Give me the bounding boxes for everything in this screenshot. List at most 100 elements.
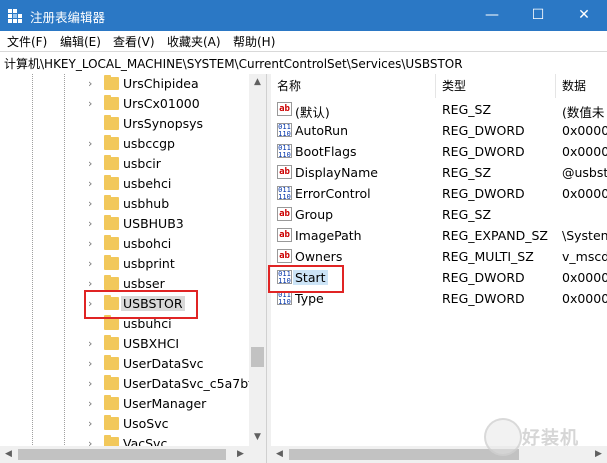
tree-guide-line	[64, 134, 65, 154]
tree-guide-line	[24, 394, 84, 414]
chevron-right-icon[interactable]: ›	[88, 417, 98, 431]
tree-item[interactable]: › usbccgp	[0, 134, 248, 154]
chevron-right-icon[interactable]: ›	[88, 137, 98, 151]
tree-item[interactable]: › UsoSvc	[0, 414, 248, 434]
scroll-down-arrow-icon[interactable]: ▼	[249, 429, 266, 446]
tree-item[interactable]: › usbcir	[0, 154, 248, 174]
value-row[interactable]: ab ImagePath REG_EXPAND_SZ \Systen	[271, 225, 607, 246]
chevron-right-icon[interactable]: ›	[88, 217, 98, 231]
dword-value-icon: 011 110	[277, 186, 292, 201]
registry-editor-icon	[8, 9, 22, 23]
tree-item[interactable]: › UserDataSvc	[0, 354, 248, 374]
value-row[interactable]: 011 110 ErrorControl REG_DWORD 0x0000	[271, 183, 607, 204]
chevron-right-icon[interactable]: ›	[88, 377, 98, 391]
tree-item[interactable]: › UserManager	[0, 394, 248, 414]
tree-item[interactable]: › USBHUB3	[0, 214, 248, 234]
chevron-right-icon[interactable]: ›	[88, 257, 98, 271]
menu-help[interactable]: 帮助(H)	[233, 33, 275, 50]
tree-item[interactable]: › UrsCx01000	[0, 94, 248, 114]
tree-guide-line	[64, 114, 65, 134]
tree-item[interactable]: › usbprint	[0, 254, 248, 274]
tree-hscroll-thumb[interactable]	[18, 449, 226, 460]
value-data: \Systen	[562, 228, 607, 243]
folder-icon	[104, 195, 119, 210]
value-data: (数值未	[562, 105, 605, 120]
scroll-right-arrow-icon[interactable]: ▶	[232, 446, 249, 463]
column-header-type[interactable]: 类型	[436, 74, 556, 98]
scroll-left-arrow-icon[interactable]: ◀	[0, 446, 17, 463]
value-row[interactable]: 011 110 BootFlags REG_DWORD 0x0000	[271, 141, 607, 162]
watermark-logo-icon	[484, 418, 522, 456]
menu-edit[interactable]: 编辑(E)	[60, 33, 101, 50]
highlight-start-box	[268, 265, 344, 293]
folder-icon	[104, 95, 119, 110]
highlight-usbstor-box	[84, 290, 198, 319]
value-row[interactable]: ab (默认) REG_SZ (数值未	[271, 99, 607, 120]
chevron-right-icon[interactable]: ›	[88, 277, 98, 291]
menu-favorites[interactable]: 收藏夹(A)	[167, 33, 221, 50]
chevron-right-icon[interactable]: ›	[88, 77, 98, 91]
tree-guide-line	[64, 354, 65, 374]
scroll-up-arrow-icon[interactable]: ▲	[249, 74, 266, 91]
string-value-icon: ab	[277, 249, 292, 263]
value-row[interactable]: ab DisplayName REG_SZ @usbst	[271, 162, 607, 183]
tree-item-label: usbcir	[123, 156, 161, 171]
value-type: REG_MULTI_SZ	[442, 249, 534, 264]
tree-guide-line	[24, 254, 84, 274]
column-header-name[interactable]: 名称	[271, 74, 436, 98]
folder-icon	[104, 335, 119, 350]
folder-icon	[104, 175, 119, 190]
folder-icon	[104, 355, 119, 370]
tree-item[interactable]: › usbohci	[0, 234, 248, 254]
value-type: REG_DWORD	[442, 270, 525, 285]
tree-item[interactable]: › usbehci	[0, 174, 248, 194]
value-type: REG_SZ	[442, 165, 492, 180]
string-value-icon: ab	[277, 207, 292, 221]
tree-item-label: UrsSynopsys	[123, 116, 204, 131]
chevron-right-icon[interactable]: ›	[88, 157, 98, 171]
tree-guide-line	[24, 214, 84, 234]
tree-guide-line	[24, 354, 84, 374]
tree-guide-line	[64, 74, 65, 94]
menu-view[interactable]: 查看(V)	[113, 33, 155, 50]
tree-item[interactable]: UrsSynopsys	[0, 114, 248, 134]
chevron-right-icon[interactable]: ›	[88, 237, 98, 251]
tree-item[interactable]: › UserDataSvc_c5a7bfc	[0, 374, 259, 394]
tree-item-label: UserDataSvc	[123, 356, 204, 371]
value-type: REG_DWORD	[442, 123, 525, 138]
dword-value-icon: 011 110	[277, 123, 292, 138]
value-type: REG_SZ	[442, 102, 492, 117]
chevron-right-icon[interactable]: ›	[88, 97, 98, 111]
tree-guide-line	[24, 374, 84, 394]
value-row[interactable]: ab Owners REG_MULTI_SZ v_mscd	[271, 246, 607, 267]
tree-vertical-scrollbar[interactable]	[249, 74, 266, 446]
close-button[interactable]: ✕	[561, 0, 607, 31]
string-value-icon: ab	[277, 165, 292, 179]
dword-value-icon: 011 110	[277, 291, 292, 306]
value-data: 0x0000	[562, 291, 607, 306]
chevron-right-icon[interactable]: ›	[88, 397, 98, 411]
key-tree: › UrsChipidea › UrsCx01000 UrsSynopsys › usbcc…	[0, 74, 266, 463]
column-header-data[interactable]: 数据	[556, 74, 607, 98]
chevron-right-icon[interactable]: ›	[88, 337, 98, 351]
menu-file[interactable]: 文件(F)	[7, 33, 47, 50]
tree-guide-line	[64, 194, 65, 214]
tree-item-label: usbhub	[123, 196, 170, 211]
tree-item[interactable]: › usbhub	[0, 194, 248, 214]
tree-item[interactable]: › USBXHCI	[0, 334, 248, 354]
value-row[interactable]: ab Group REG_SZ	[271, 204, 607, 225]
minimize-button[interactable]: —	[469, 0, 515, 31]
chevron-right-icon[interactable]: ›	[88, 177, 98, 191]
chevron-right-icon[interactable]: ›	[88, 357, 98, 371]
value-row[interactable]: 011 110 AutoRun REG_DWORD 0x0000	[271, 120, 607, 141]
watermark-text: 好装机	[522, 428, 579, 449]
value-data: @usbst	[562, 165, 607, 180]
value-data: 0x0000	[562, 186, 607, 201]
scroll-left-arrow-icon[interactable]: ◀	[271, 446, 288, 463]
tree-item[interactable]: › UrsChipidea	[0, 74, 248, 94]
chevron-right-icon[interactable]: ›	[88, 197, 98, 211]
address-bar[interactable]: 计算机\HKEY_LOCAL_MACHINE\SYSTEM\CurrentCon…	[0, 51, 607, 75]
tree-scroll-thumb[interactable]	[251, 347, 264, 367]
maximize-button[interactable]: ☐	[515, 0, 561, 31]
address-path[interactable]: 计算机\HKEY_LOCAL_MACHINE\SYSTEM\CurrentCon…	[4, 55, 463, 72]
